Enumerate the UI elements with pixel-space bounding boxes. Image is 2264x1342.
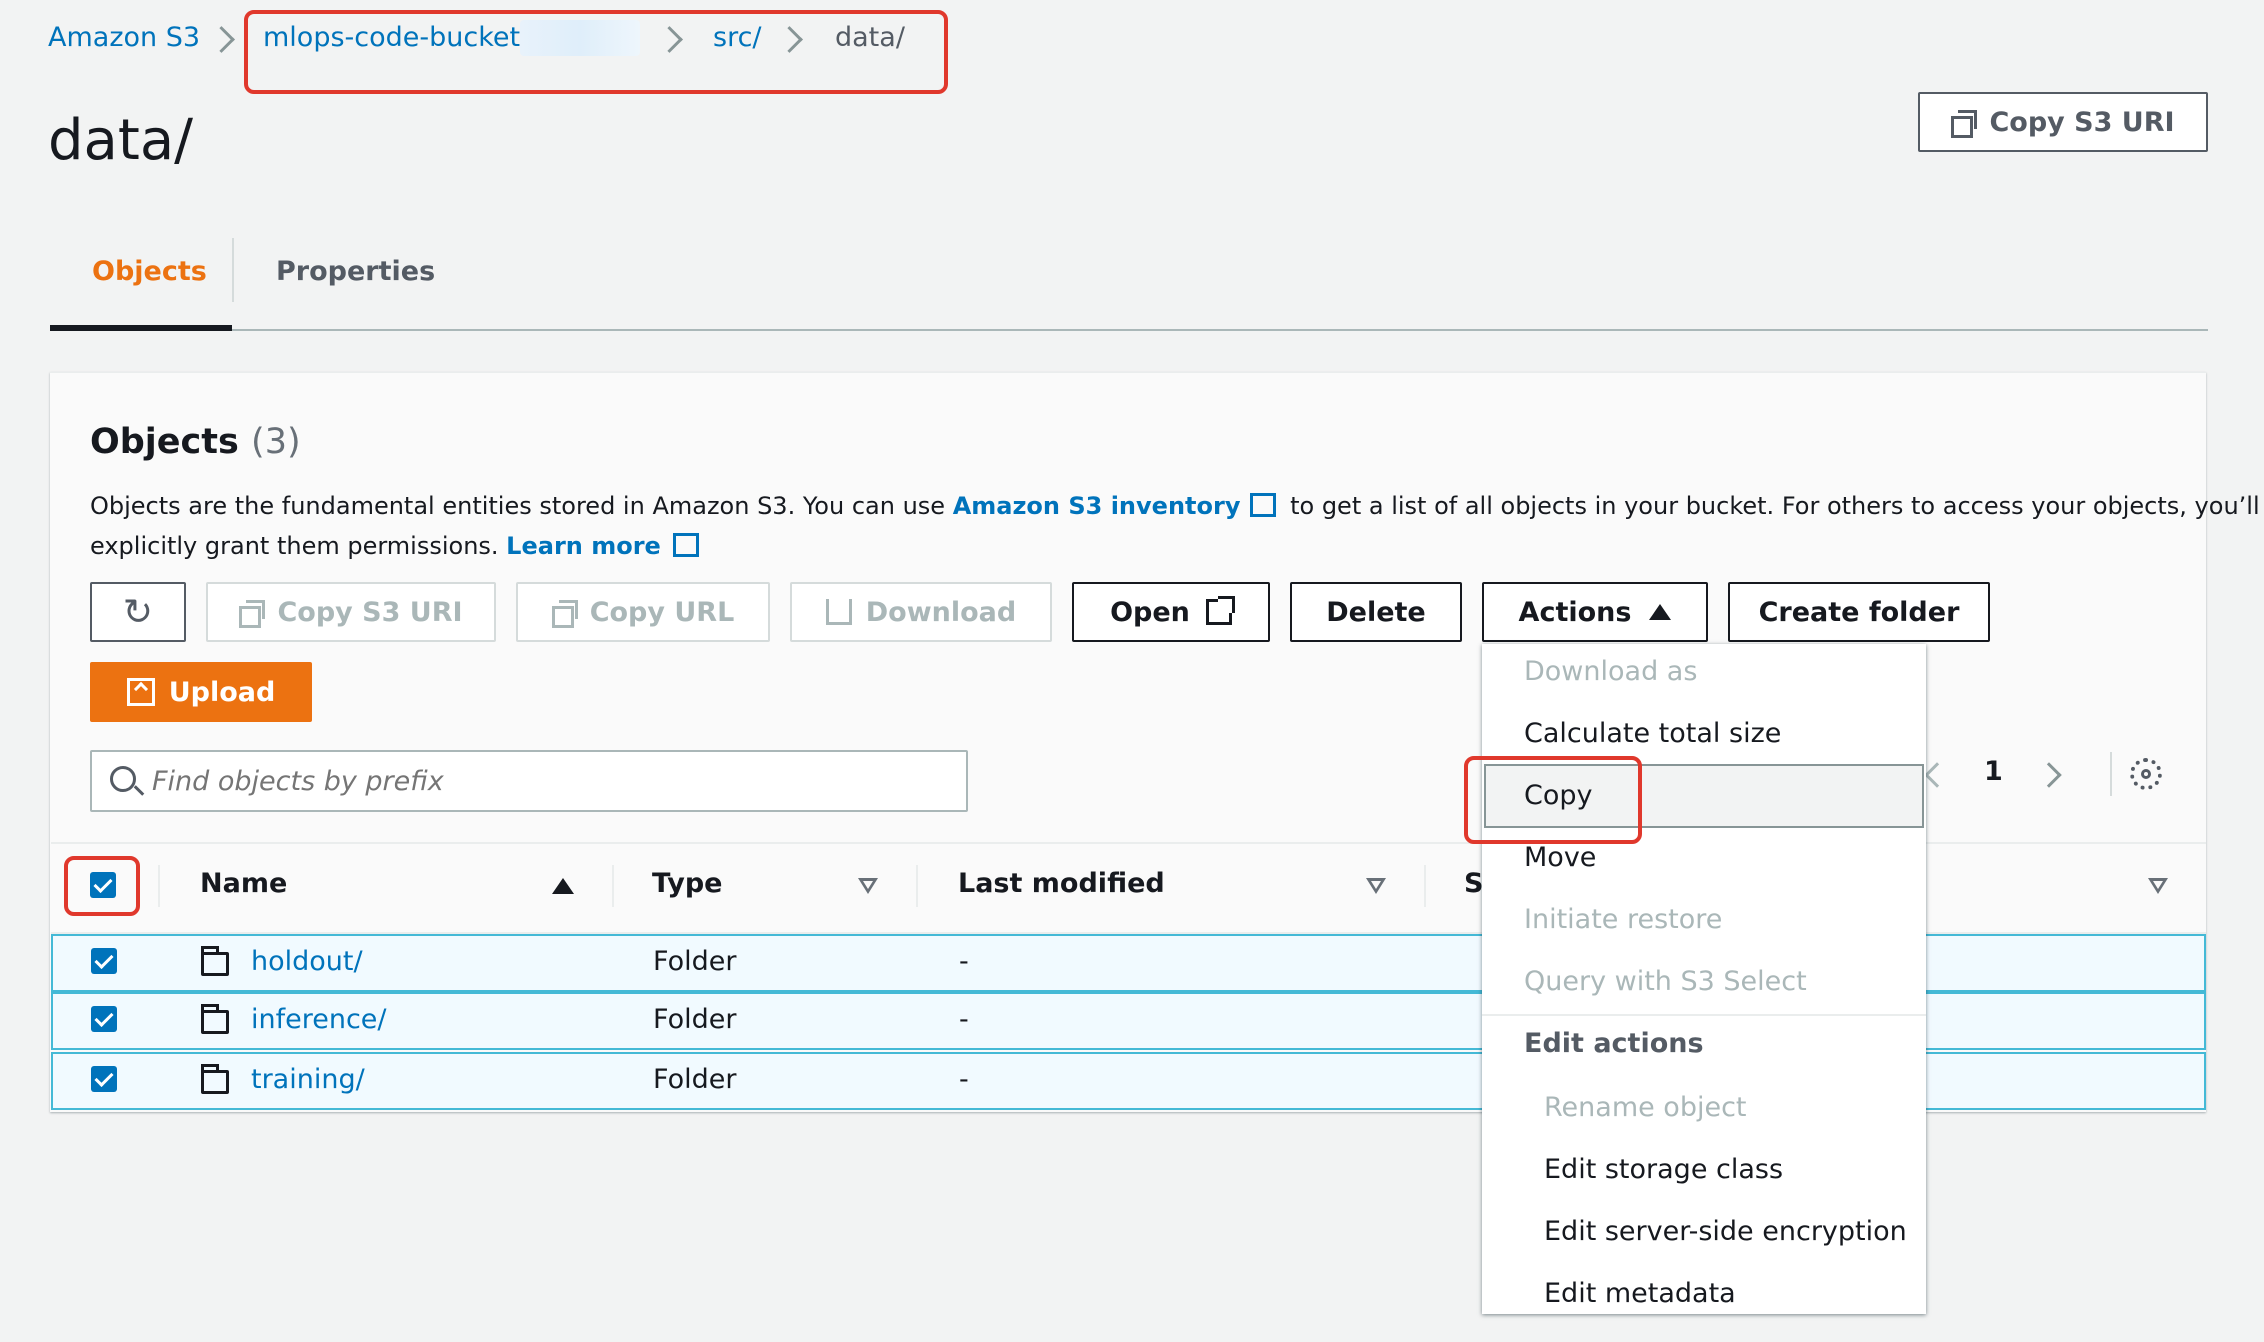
pagination-page[interactable]: 1 [1984,756,2003,787]
menu-item-edit-encryption[interactable]: Edit server-side encryption [1544,1216,1907,1247]
actions-menu: Download as Calculate total size Copy Mo… [1482,644,1926,1314]
row-name-link[interactable]: training/ [251,1064,365,1095]
search-input[interactable] [152,760,952,802]
menu-item-edit-storage-class[interactable]: Edit storage class [1544,1154,1783,1185]
annotation-select-all-highlight [64,856,140,916]
copy-icon [239,600,266,628]
row-checkbox[interactable] [91,1066,117,1092]
upload-button[interactable]: Upload [90,662,312,722]
download-label: Download [865,596,1017,628]
row-type: Folder [653,1004,737,1035]
download-button[interactable]: Download [790,582,1052,642]
menu-divider [1482,1014,1926,1016]
copy-s3-uri-header-label: Copy S3 URI [1989,106,2175,138]
menu-section-edit-actions: Edit actions [1524,1028,1704,1059]
upload-label: Upload [168,676,276,708]
column-header-type[interactable]: Type [652,868,722,899]
annotation-copy-highlight [1464,756,1642,844]
copy-icon [551,600,578,628]
folder-icon [201,946,229,976]
search-box [90,750,968,812]
page-title: data/ [48,108,194,173]
breadcrumb-amazon-s3[interactable]: Amazon S3 [48,22,200,53]
row-last-modified: - [959,946,969,977]
tab-active-indicator [50,325,232,331]
menu-item-initiate-restore[interactable]: Initiate restore [1524,904,1722,935]
copy-url-button[interactable]: Copy URL [516,582,770,642]
sort-ascending-icon[interactable] [552,878,574,894]
row-name-link[interactable]: holdout/ [251,946,363,977]
annotation-breadcrumb-highlight [244,10,948,94]
row-checkbox[interactable] [91,1006,117,1032]
description-text-2: to get a list of all objects in your buc… [1282,492,2264,520]
column-header-size[interactable]: S [1464,868,1483,899]
chevron-right-icon [212,22,230,56]
refresh-icon: ↻ [122,591,154,633]
column-header-last-modified[interactable]: Last modified [958,868,1165,899]
folder-icon [201,1004,229,1034]
open-button[interactable]: Open [1072,582,1270,642]
tab-divider [232,238,234,302]
row-type: Folder [653,1064,737,1095]
objects-description: Objects are the fundamental entities sto… [90,486,2264,566]
folder-icon [201,1064,229,1094]
upload-icon [126,678,155,706]
refresh-button[interactable]: ↻ [90,582,186,642]
download-icon [825,599,852,625]
column-separator [612,865,614,907]
open-label: Open [1110,596,1190,628]
actions-button[interactable]: Actions [1482,582,1708,642]
menu-item-download-as[interactable]: Download as [1524,656,1697,687]
copy-s3-uri-button[interactable]: Copy S3 URI [206,582,496,642]
column-header-name[interactable]: Name [200,868,287,899]
search-icon [110,766,145,796]
external-link-icon [672,533,699,557]
menu-item-query-s3-select[interactable]: Query with S3 Select [1524,966,1807,997]
delete-label: Delete [1326,596,1426,628]
row-type: Folder [653,946,737,977]
column-separator [916,865,918,907]
objects-count: (3) [251,422,301,462]
inventory-link[interactable]: Amazon S3 inventory [953,492,1241,520]
objects-heading-text: Objects [90,422,239,462]
sort-icon[interactable] [858,878,878,894]
caret-up-icon [1649,604,1672,620]
column-separator [158,865,160,907]
copy-url-label: Copy URL [589,596,735,628]
pagination-divider [2110,752,2112,796]
delete-button[interactable]: Delete [1290,582,1462,642]
copy-s3-uri-label: Copy S3 URI [277,596,463,628]
copy-s3-uri-header-button[interactable]: Copy S3 URI [1918,92,2208,152]
menu-item-rename-object[interactable]: Rename object [1544,1092,1747,1123]
menu-item-edit-metadata[interactable]: Edit metadata [1544,1278,1736,1309]
row-name-link[interactable]: inference/ [251,1004,387,1035]
column-separator [1424,865,1426,907]
learn-more-link[interactable]: Learn more [506,532,661,560]
row-last-modified: - [959,1064,969,1095]
objects-heading: Objects (3) [90,422,301,462]
menu-item-move[interactable]: Move [1524,842,1596,873]
gear-icon[interactable] [2130,758,2162,790]
row-last-modified: - [959,1004,969,1035]
description-text-3: explicitly grant them permissions. [90,532,507,560]
tabs-baseline [50,329,2208,331]
menu-item-calculate-total-size[interactable]: Calculate total size [1524,718,1781,749]
row-checkbox[interactable] [91,948,117,974]
tab-objects[interactable]: Objects [92,256,207,287]
tab-properties[interactable]: Properties [276,256,435,287]
sort-icon[interactable] [2148,878,2168,894]
external-link-icon [1250,493,1277,517]
description-text-1: Objects are the fundamental entities sto… [90,492,953,520]
actions-label: Actions [1518,596,1632,628]
copy-icon [1951,110,1978,138]
sort-icon[interactable] [1366,878,1386,894]
external-link-icon [1205,596,1235,625]
create-folder-label: Create folder [1758,596,1960,628]
create-folder-button[interactable]: Create folder [1728,582,1990,642]
